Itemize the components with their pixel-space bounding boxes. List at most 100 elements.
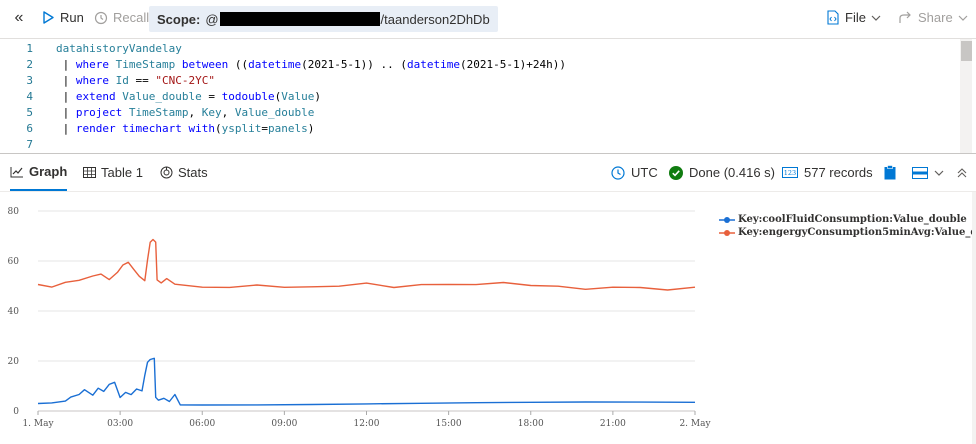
code-token: datetime — [248, 58, 302, 71]
x-tick-label: 09:00 — [271, 419, 297, 429]
code-text: | extend Value_double = todouble(Value) — [56, 89, 321, 105]
play-icon — [43, 11, 54, 24]
code-token: (( — [228, 58, 249, 71]
numbers-icon: 123 — [782, 167, 798, 178]
file-label: File — [845, 10, 866, 25]
code-token: "CNC-2YC" — [155, 74, 215, 87]
tab-table[interactable]: Table 1 — [83, 154, 143, 191]
code-token: panels — [267, 122, 308, 135]
x-tick-label: 2. May — [679, 419, 711, 429]
scope-prefix: @ — [205, 11, 219, 27]
code-token: Value — [281, 90, 315, 103]
x-tick-label: 18:00 — [518, 419, 544, 429]
chevron-down-icon — [958, 15, 968, 21]
chart-legend: Key:coolFluidConsumption:Value_double Key… — [719, 213, 976, 239]
tab-stats-label: Stats — [178, 165, 208, 180]
recall-icon — [94, 11, 108, 24]
line-number: 6 — [26, 122, 33, 135]
share-label: Share — [918, 10, 953, 25]
code-token: Key — [201, 106, 222, 119]
code-token: | — [56, 122, 76, 135]
collapse-results-button[interactable] — [957, 154, 967, 191]
code-token: (2021-5-1)+24h)) — [460, 58, 566, 71]
line-number: 2 — [26, 58, 33, 71]
legend-item[interactable]: Key:coolFluidConsumption:Value_double — [719, 213, 976, 226]
code-token: project — [75, 106, 123, 119]
line-number: 1 — [26, 42, 33, 55]
run-label: Run — [60, 10, 84, 25]
redacted-scope — [219, 12, 380, 26]
query-toolbar: « Run Recall Scope: @ /taanderson2DhDb F… — [0, 0, 976, 38]
timezone-selector[interactable]: UTC — [611, 154, 658, 191]
y-tick-label: 20 — [8, 357, 20, 367]
code-token: , — [188, 106, 202, 119]
x-tick-label: 1. May — [22, 419, 54, 429]
tab-stats[interactable]: Stats — [160, 154, 208, 191]
clipboard-icon — [884, 165, 896, 180]
layout-icon — [912, 166, 928, 179]
code-token: todouble — [221, 90, 275, 103]
series-line — [37, 357, 696, 406]
legend-label: Key:coolFluidConsumption:Value_double — [738, 214, 967, 225]
code-token: | — [56, 106, 76, 119]
scope-selector[interactable]: Scope: @ /taanderson2DhDb — [149, 6, 498, 32]
chevron-down-icon — [934, 170, 944, 176]
scope-database: /taanderson2DhDb — [380, 11, 490, 27]
x-tick-label: 03:00 — [107, 419, 133, 429]
file-code-icon — [827, 10, 839, 25]
code-token: between — [181, 58, 229, 71]
copy-results-button[interactable] — [884, 154, 896, 191]
line-chart-icon — [10, 166, 23, 177]
file-menu[interactable]: File — [826, 10, 881, 25]
code-token: , — [221, 106, 235, 119]
code-token: where — [75, 74, 109, 87]
code-token: datahistoryVandelay — [56, 42, 182, 55]
code-text: | render timechart with(ysplit=panels) — [56, 121, 315, 137]
code-token: Value_double — [234, 106, 315, 119]
code-text: | where TimeStamp between ((datetime(202… — [56, 57, 566, 73]
y-tick-label: 40 — [8, 307, 20, 317]
record-count-text: 577 records — [804, 165, 873, 180]
query-editor[interactable]: 1 datahistoryVandelay 2 | where TimeStamp … — [0, 38, 976, 153]
line-number: 3 — [26, 74, 33, 87]
layout-menu[interactable] — [912, 154, 944, 191]
recall-label: Recall — [113, 10, 150, 25]
code-token: with — [188, 122, 215, 135]
code-token: TimeStamp — [109, 58, 182, 71]
timezone-label: UTC — [631, 165, 658, 180]
legend-marker-icon — [719, 229, 735, 236]
code-token: ( — [214, 122, 222, 135]
y-tick-label: 60 — [8, 257, 20, 267]
share-icon — [899, 11, 911, 23]
recall-button[interactable]: Recall — [94, 10, 149, 25]
svg-text:123: 123 — [784, 169, 796, 177]
tab-graph-label: Graph — [29, 164, 68, 179]
checkmark-icon — [669, 165, 683, 180]
legend-marker-icon — [719, 216, 735, 223]
code-token: | — [56, 74, 76, 87]
x-tick-label: 12:00 — [354, 419, 380, 429]
x-tick-label: 21:00 — [600, 419, 626, 429]
code-text: datahistoryVandelay — [56, 41, 182, 57]
code-token: extend — [75, 90, 116, 103]
code-token: == — [135, 74, 156, 87]
y-tick-label: 0 — [13, 407, 19, 417]
line-number: 5 — [26, 106, 33, 119]
share-menu[interactable]: Share — [899, 10, 968, 25]
x-tick-label: 15:00 — [436, 419, 462, 429]
code-token: datetime — [407, 58, 461, 71]
run-button[interactable]: Run — [42, 10, 84, 25]
results-scrollbar[interactable] — [972, 192, 976, 444]
scope-label: Scope: — [157, 11, 201, 27]
tab-graph[interactable]: Graph — [10, 154, 68, 191]
code-text: | where Id == "CNC-2YC" — [56, 73, 215, 89]
code-token: (2021-5-1)) .. ( — [301, 58, 408, 71]
clock-icon — [611, 165, 625, 180]
x-tick-label: 06:00 — [189, 419, 215, 429]
legend-item[interactable]: Key:engergyConsumption5minAvg:Value_doub… — [719, 226, 976, 239]
code-token: TimeStamp — [122, 106, 189, 119]
editor-scrollbar-thumb[interactable] — [961, 41, 972, 61]
chevron-down-icon — [871, 15, 881, 21]
collapse-panel-button[interactable]: « — [10, 9, 28, 27]
query-status-text: Done (0.416 s) — [689, 165, 775, 180]
